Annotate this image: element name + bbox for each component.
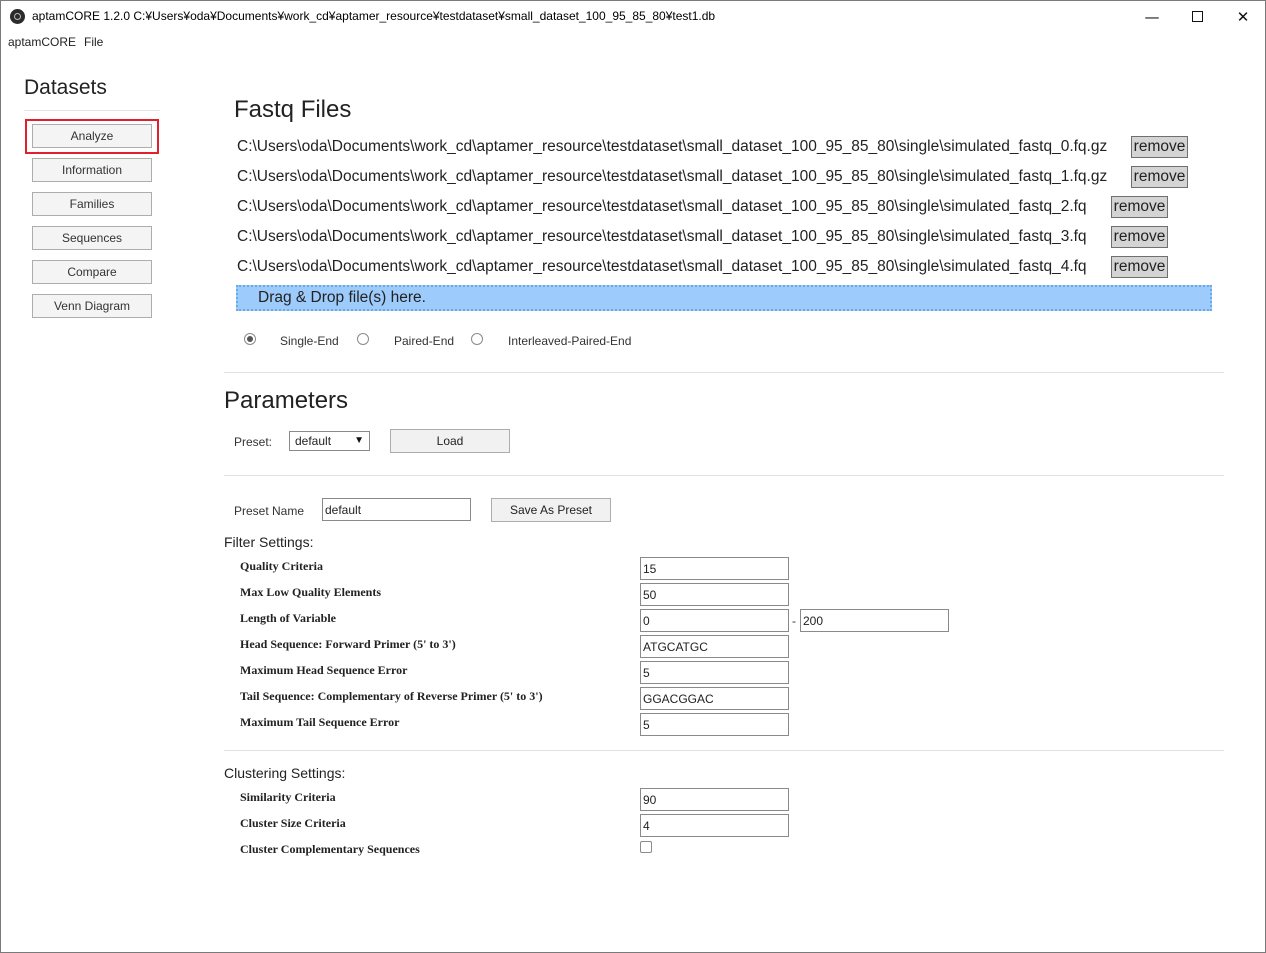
similarity-criteria-label: Similarity Criteria xyxy=(240,790,336,804)
cluster-size-label: Cluster Size Criteria xyxy=(240,816,346,830)
preset-name-label: Preset Name xyxy=(234,504,305,518)
preset-name-input[interactable]: default xyxy=(322,498,471,521)
save-as-preset-button[interactable]: Save As Preset xyxy=(491,498,611,522)
max-head-error-label: Maximum Head Sequence Error xyxy=(240,663,408,677)
nav-information-button[interactable]: Information xyxy=(32,158,152,182)
maximize-button[interactable] xyxy=(1174,1,1220,32)
interleaved-paired-end-label: Interleaved-Paired-End xyxy=(508,334,632,348)
similarity-criteria-input[interactable]: 90 xyxy=(640,788,789,811)
remove-file-button[interactable]: remove xyxy=(1131,136,1188,158)
cluster-size-input[interactable]: 4 xyxy=(640,814,789,837)
length-variable-label: Length of Variable xyxy=(240,611,337,625)
quality-criteria-input[interactable]: 15 xyxy=(640,557,789,580)
max-head-error-input[interactable]: 5 xyxy=(640,661,789,684)
head-sequence-label: Head Sequence: Forward Primer (5' to 3') xyxy=(240,637,456,651)
quality-criteria-label: Quality Criteria xyxy=(240,559,323,573)
fastq-file-path: C:\Users\oda\Documents\work_cd\aptamer_r… xyxy=(237,228,1087,245)
sidebar-title: Datasets xyxy=(24,76,107,99)
divider xyxy=(224,475,1224,476)
dropdown-arrow-icon: ▼ xyxy=(354,435,364,446)
nav-venn-diagram-button[interactable]: Venn Diagram xyxy=(32,294,152,318)
cluster-complementary-checkbox[interactable] xyxy=(640,841,652,853)
range-separator: - xyxy=(792,614,796,628)
menu-aptamcore[interactable]: aptamCORE xyxy=(8,35,76,49)
fastq-file-path: C:\Users\oda\Documents\work_cd\aptamer_r… xyxy=(237,198,1087,215)
fastq-files-heading: Fastq Files xyxy=(234,96,352,123)
nav-analyze-button[interactable]: Analyze xyxy=(32,124,152,148)
tail-sequence-input[interactable]: GGACGGAC xyxy=(640,687,789,710)
sidebar-divider xyxy=(24,110,160,111)
parameters-heading: Parameters xyxy=(224,387,349,414)
paired-end-radio[interactable] xyxy=(357,333,369,345)
max-tail-error-label: Maximum Tail Sequence Error xyxy=(240,715,400,729)
single-end-label: Single-End xyxy=(280,334,339,348)
length-variable-max-input[interactable]: 200 xyxy=(800,609,949,632)
remove-file-button[interactable]: remove xyxy=(1111,256,1168,278)
preset-label: Preset: xyxy=(234,435,273,449)
preset-select[interactable]: default ▼ xyxy=(289,431,370,451)
divider xyxy=(224,750,1224,751)
close-button[interactable]: ✕ xyxy=(1220,1,1266,32)
divider xyxy=(224,372,1224,373)
remove-file-button[interactable]: remove xyxy=(1111,196,1168,218)
single-end-radio[interactable] xyxy=(244,333,256,345)
preset-select-value: default xyxy=(295,434,332,448)
title-bar: aptamCORE 1.2.0 C:¥Users¥oda¥Documents¥w… xyxy=(1,1,1265,32)
paired-end-label: Paired-End xyxy=(394,334,455,348)
fastq-file-path: C:\Users\oda\Documents\work_cd\aptamer_r… xyxy=(237,168,1108,185)
maximize-icon xyxy=(1191,11,1203,22)
length-variable-min-input[interactable]: 0 xyxy=(640,609,789,632)
remove-file-button[interactable]: remove xyxy=(1111,226,1168,248)
interleaved-paired-end-radio[interactable] xyxy=(471,333,483,345)
nav-sequences-button[interactable]: Sequences xyxy=(32,226,152,250)
remove-file-button[interactable]: remove xyxy=(1131,166,1188,188)
minimize-button[interactable]: — xyxy=(1129,1,1175,32)
file-drop-zone[interactable]: Drag & Drop file(s) here. xyxy=(236,285,1212,311)
fastq-file-path: C:\Users\oda\Documents\work_cd\aptamer_r… xyxy=(237,258,1087,275)
app-window: aptamCORE 1.2.0 C:¥Users¥oda¥Documents¥w… xyxy=(0,0,1266,953)
max-low-quality-label: Max Low Quality Elements xyxy=(240,585,381,599)
max-tail-error-input[interactable]: 5 xyxy=(640,713,789,736)
filter-settings-heading: Filter Settings: xyxy=(224,534,314,550)
nav-families-button[interactable]: Families xyxy=(32,192,152,216)
fastq-file-path: C:\Users\oda\Documents\work_cd\aptamer_r… xyxy=(237,138,1108,155)
app-icon xyxy=(10,9,25,24)
clustering-settings-heading: Clustering Settings: xyxy=(224,765,346,781)
window-title: aptamCORE 1.2.0 C:¥Users¥oda¥Documents¥w… xyxy=(32,9,716,23)
menu-file[interactable]: File xyxy=(84,35,103,49)
nav-compare-button[interactable]: Compare xyxy=(32,260,152,284)
load-preset-button[interactable]: Load xyxy=(390,429,510,453)
cluster-complementary-label: Cluster Complementary Sequences xyxy=(240,842,420,856)
tail-sequence-label: Tail Sequence: Complementary of Reverse … xyxy=(240,689,543,703)
max-low-quality-input[interactable]: 50 xyxy=(640,583,789,606)
head-sequence-input[interactable]: ATGCATGC xyxy=(640,635,789,658)
